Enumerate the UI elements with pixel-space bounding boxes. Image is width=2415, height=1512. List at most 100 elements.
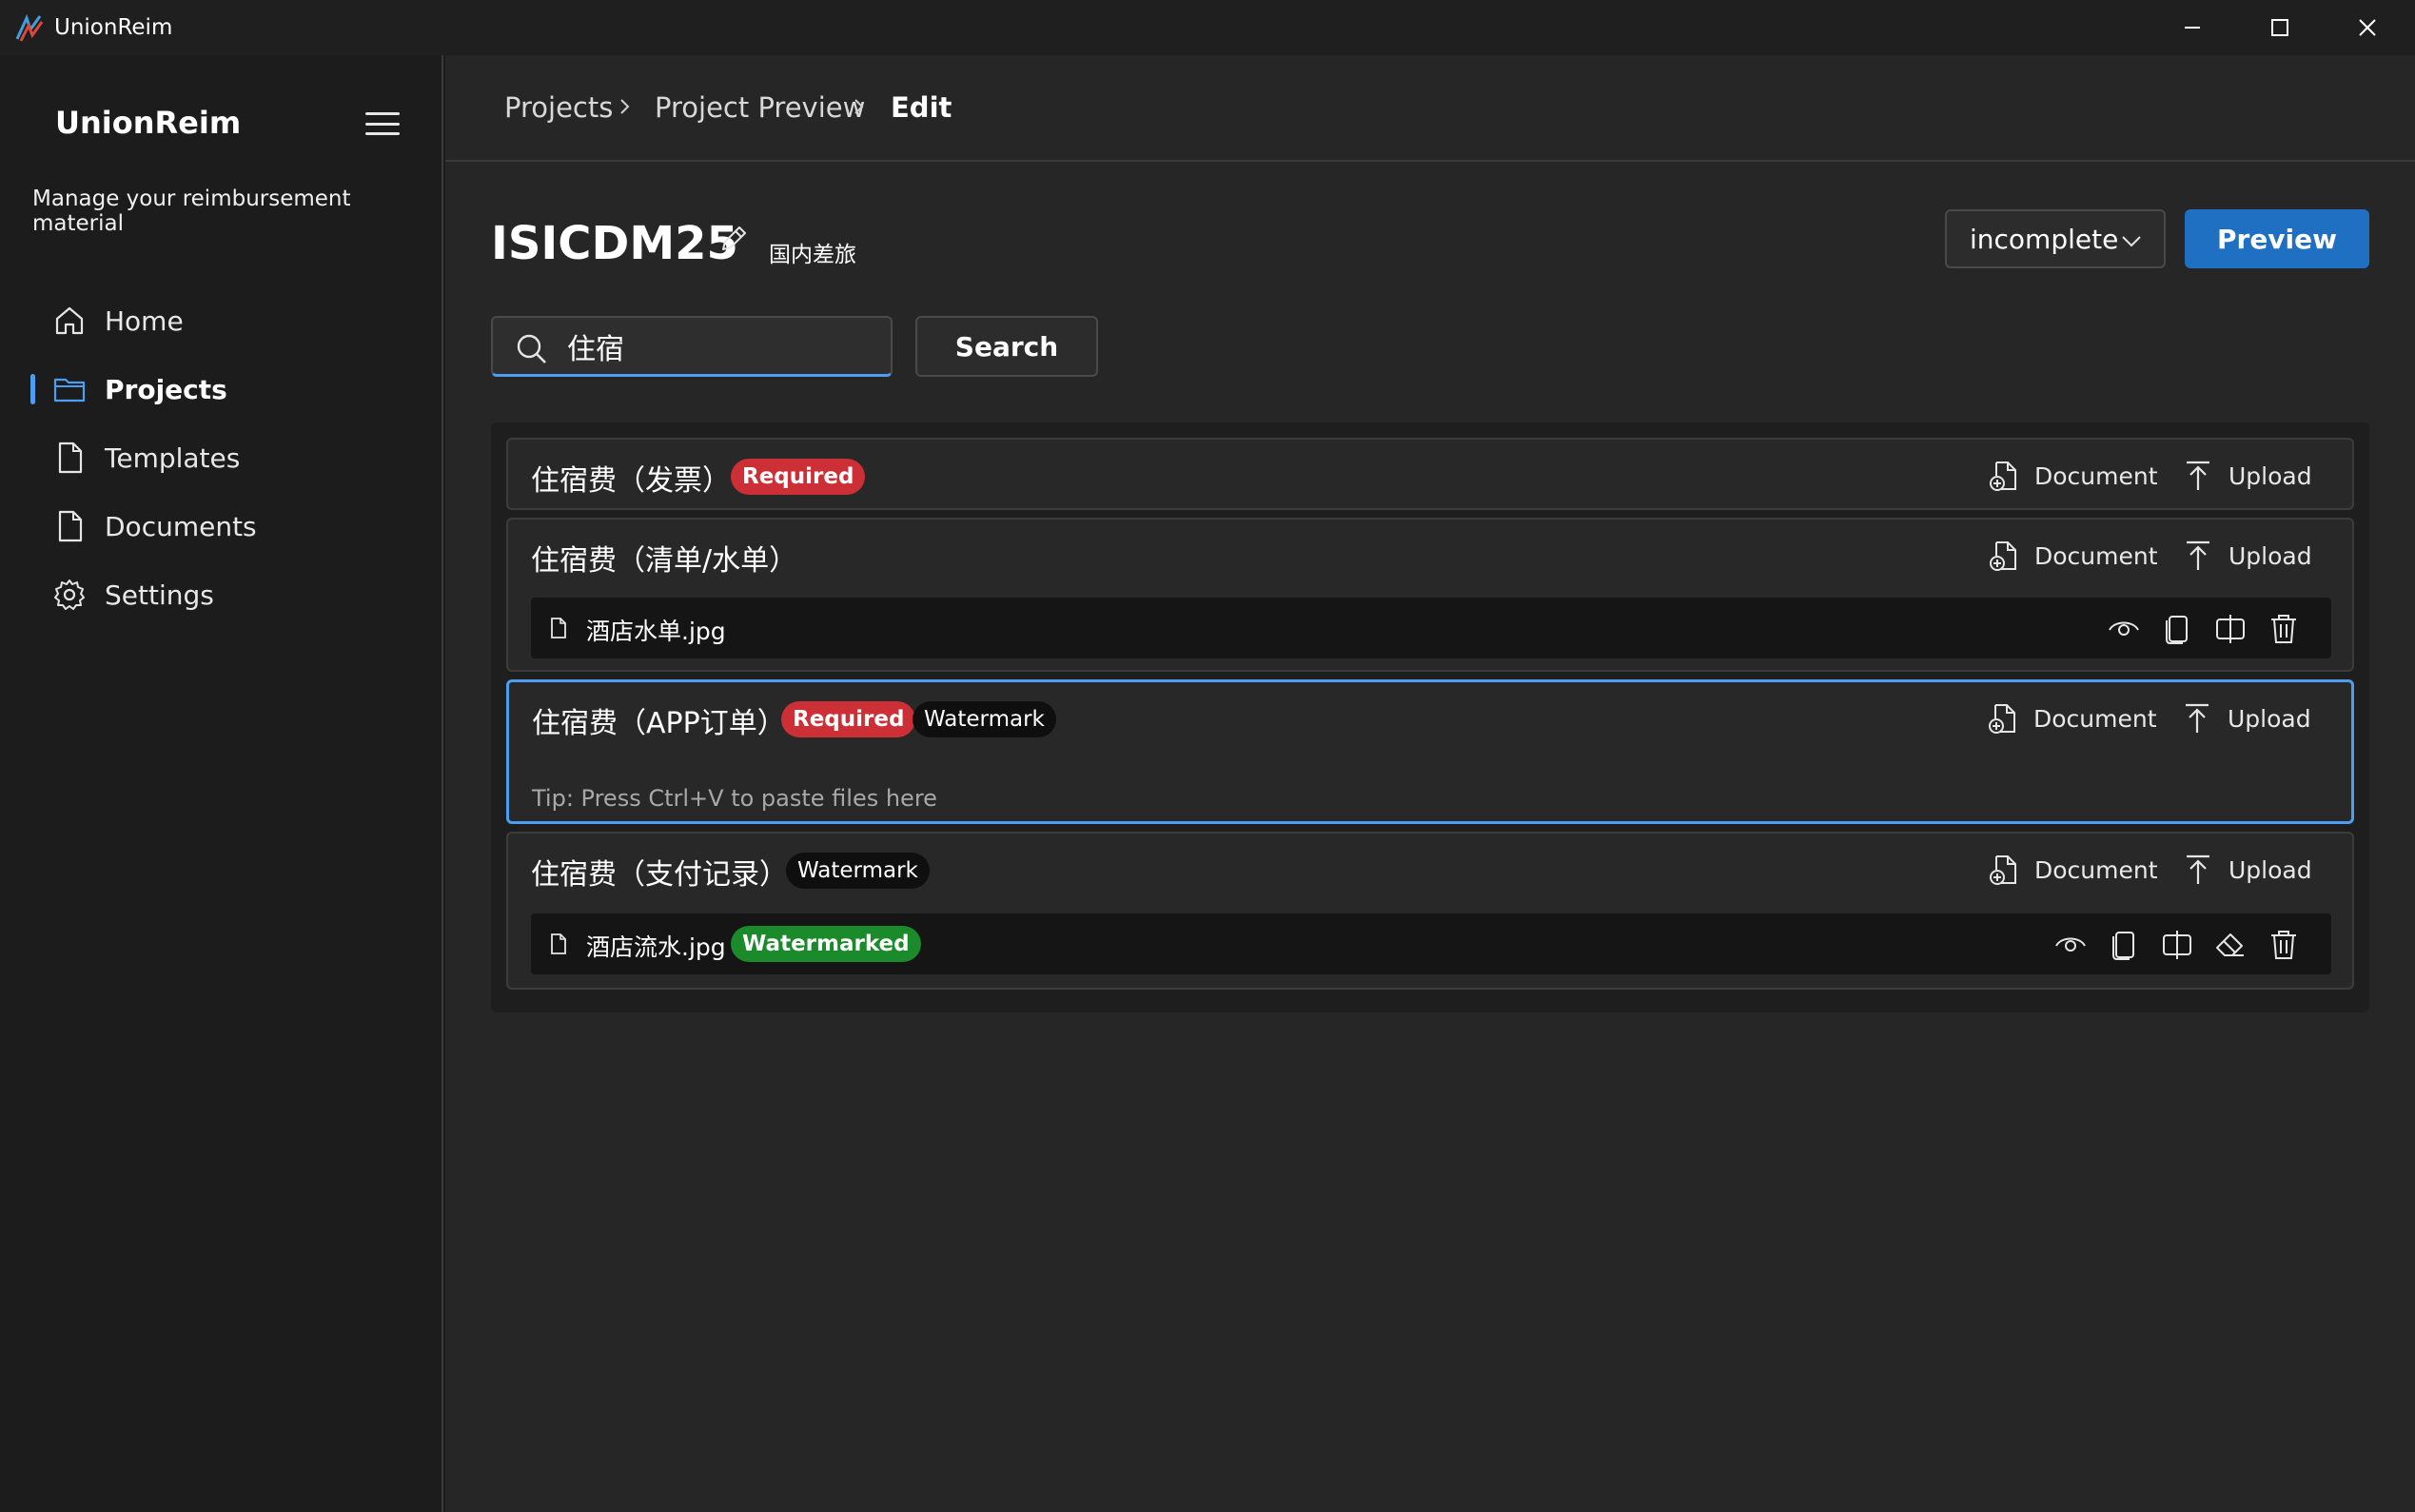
preview-button[interactable]: Preview: [2185, 209, 2369, 268]
upload-label: Upload: [2228, 704, 2311, 733]
pencil-icon[interactable]: [717, 223, 750, 255]
paste-tip: Tip: Press Ctrl+V to paste files here: [532, 785, 937, 812]
item-title: 住宿费（支付记录）: [531, 858, 788, 892]
upload-icon: [2187, 461, 2209, 490]
upload-icon: [2187, 540, 2209, 570]
item-title: 住宿费（APP订单）: [532, 707, 786, 740]
close-icon: [2359, 19, 2376, 36]
delete-icon[interactable]: [2267, 611, 2301, 645]
material-list: 住宿费（发票） Required Document Upload 住宿费（清单/…: [491, 422, 2369, 1012]
sidebar-brand: UnionReim: [55, 105, 242, 141]
document-icon: [51, 508, 88, 544]
add-document-button[interactable]: Document: [1987, 455, 2158, 497]
watermark-badge: Watermark: [786, 853, 930, 889]
close-button[interactable]: [2324, 0, 2411, 55]
upload-label: Upload: [2228, 855, 2312, 884]
upload-button[interactable]: Upload: [2181, 455, 2312, 497]
list-item-selected[interactable]: 住宿费（APP订单） Required Watermark Document U…: [506, 679, 2354, 824]
status-dropdown[interactable]: incomplete: [1945, 209, 2166, 268]
add-document-button[interactable]: Document: [1986, 697, 2157, 739]
file-row[interactable]: 酒店水单.jpg: [531, 598, 2331, 658]
compare-icon[interactable]: [2213, 611, 2248, 645]
document-add-icon: [1990, 855, 2016, 885]
project-title: ISICDM25: [491, 217, 738, 270]
chevron-right-icon: [620, 99, 630, 114]
menu-toggle-button[interactable]: [363, 105, 402, 143]
upload-icon: [2187, 854, 2209, 884]
upload-label: Upload: [2228, 461, 2312, 490]
window-title: UnionReim: [54, 15, 173, 40]
item-title: 住宿费（发票）: [531, 464, 731, 498]
document-add-icon: [1990, 461, 2016, 491]
chevron-right-icon: [854, 99, 864, 114]
upload-button[interactable]: Upload: [2181, 849, 2312, 891]
sidebar-item-label: Documents: [105, 510, 257, 542]
sidebar-item-home[interactable]: Home: [0, 289, 443, 352]
add-document-button[interactable]: Document: [1987, 535, 2158, 577]
required-badge: Required: [781, 701, 916, 737]
sidebar-item-settings[interactable]: Settings: [0, 563, 443, 626]
status-value: incomplete: [1970, 223, 2119, 255]
app-logo-icon: [13, 12, 46, 45]
list-item[interactable]: 住宿费（发票） Required Document Upload: [506, 438, 2354, 510]
main-content: Projects Project Preview Edit ISICDM25 国…: [445, 55, 2415, 1512]
add-document-button[interactable]: Document: [1987, 849, 2158, 891]
preview-eye-icon[interactable]: [2053, 927, 2088, 961]
title-bar: UnionReim: [0, 0, 2415, 55]
compare-icon[interactable]: [2160, 927, 2194, 961]
document-label: Document: [2034, 461, 2158, 490]
required-badge: Required: [731, 459, 866, 495]
project-category: 国内差旅: [769, 243, 856, 267]
file-name: 酒店水单.jpg: [586, 618, 726, 645]
file-icon: [551, 933, 566, 954]
file-icon: [551, 618, 566, 638]
maximize-button[interactable]: [2236, 0, 2324, 55]
sidebar-item-templates[interactable]: Templates: [0, 426, 443, 489]
maximize-icon: [2271, 19, 2288, 36]
upload-icon: [2186, 703, 2209, 733]
search-button[interactable]: Search: [915, 316, 1098, 377]
sidebar-item-label: Settings: [105, 579, 214, 611]
document-label: Document: [2034, 541, 2158, 570]
search-field[interactable]: [491, 316, 893, 377]
home-icon: [51, 303, 88, 339]
active-indicator: [30, 374, 35, 404]
folder-icon: [51, 371, 88, 407]
upload-button[interactable]: Upload: [2181, 535, 2312, 577]
breadcrumb: Projects Project Preview Edit: [445, 55, 2415, 162]
item-title: 住宿费（清单/水单）: [531, 544, 798, 578]
breadcrumb-edit: Edit: [891, 91, 952, 124]
list-item[interactable]: 住宿费（清单/水单） Document Upload 酒店水单.jpg: [506, 518, 2354, 672]
search-input[interactable]: [567, 325, 872, 367]
sidebar-item-label: Templates: [105, 442, 241, 474]
watermarked-badge: Watermarked: [731, 926, 921, 962]
breadcrumb-projects[interactable]: Projects: [504, 91, 613, 124]
minimize-button[interactable]: [2149, 0, 2236, 55]
list-item[interactable]: 住宿费（支付记录） Watermark Document Upload 酒店流水…: [506, 832, 2354, 990]
file-name: 酒店流水.jpg: [586, 933, 726, 961]
document-add-icon: [1990, 541, 2016, 571]
document-label: Document: [2033, 704, 2157, 733]
sidebar-item-label: Home: [105, 304, 184, 337]
copy-icon[interactable]: [2107, 927, 2141, 961]
copy-icon[interactable]: [2160, 611, 2194, 645]
document-label: Document: [2034, 855, 2158, 884]
minimize-icon: [2185, 27, 2200, 29]
delete-icon[interactable]: [2267, 927, 2301, 961]
sidebar-item-label: Projects: [105, 373, 227, 405]
sidebar: UnionReim Manage your reimbursement mate…: [0, 55, 443, 1512]
sidebar-tagline: Manage your reimbursement material: [32, 187, 351, 236]
breadcrumb-project-preview[interactable]: Project Preview: [655, 91, 865, 124]
sidebar-item-documents[interactable]: Documents: [0, 495, 443, 558]
sidebar-item-projects[interactable]: Projects: [0, 358, 443, 421]
document-add-icon: [1989, 704, 2015, 734]
file-row[interactable]: 酒店流水.jpg Watermarked: [531, 913, 2331, 974]
upload-label: Upload: [2228, 541, 2312, 570]
watermark-badge: Watermark: [913, 701, 1056, 737]
chevron-down-icon: [2122, 236, 2141, 247]
upload-button[interactable]: Upload: [2180, 697, 2311, 739]
eraser-icon[interactable]: [2213, 927, 2248, 961]
preview-eye-icon[interactable]: [2107, 611, 2141, 645]
template-icon: [51, 440, 88, 476]
search-icon: [517, 334, 546, 363]
